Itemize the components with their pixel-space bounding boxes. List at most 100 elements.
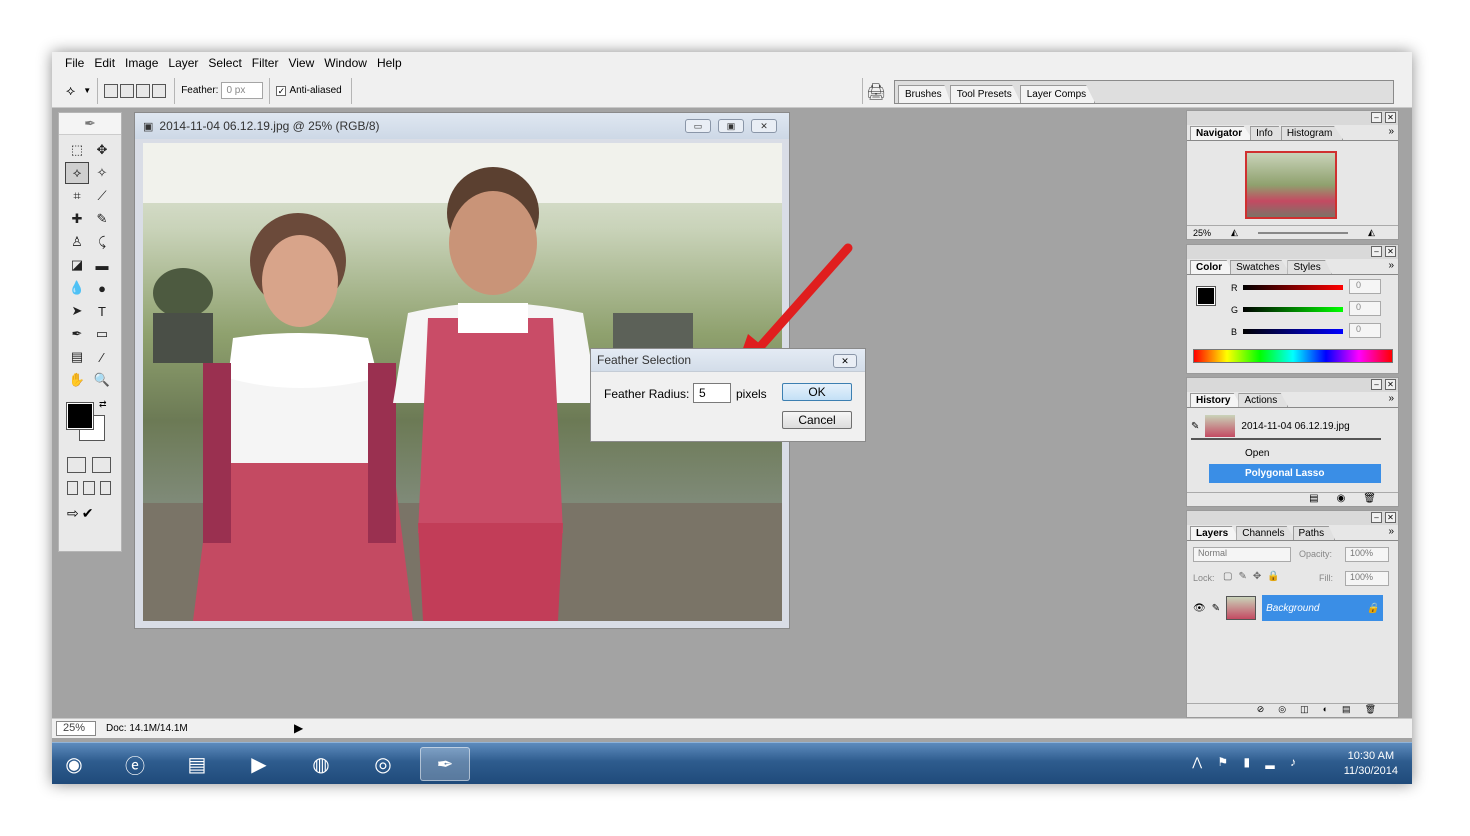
dodge-tool-icon[interactable]: ● <box>90 277 114 299</box>
ok-button[interactable]: OK <box>782 383 852 401</box>
add-selection-icon[interactable] <box>120 83 135 98</box>
new-selection-icon[interactable] <box>104 83 119 98</box>
panel-close-icon[interactable]: ✕ <box>1385 512 1396 523</box>
photoshop-taskbar-icon[interactable]: ✒ <box>420 747 470 781</box>
visibility-eye-icon[interactable]: 👁 <box>1193 603 1206 614</box>
fill-input[interactable]: 100% <box>1345 571 1389 586</box>
dialog-titlebar[interactable]: Feather Selection <box>591 349 865 372</box>
firefox-icon[interactable]: ◍ <box>296 747 346 781</box>
screen-mode-full-menu-icon[interactable] <box>83 481 95 495</box>
foreground-color-swatch[interactable] <box>66 402 94 430</box>
panel-close-icon[interactable]: ✕ <box>1385 246 1396 257</box>
panel-minimize-icon[interactable]: – <box>1371 112 1382 123</box>
b-value[interactable]: 0 <box>1349 323 1381 338</box>
zoom-in-icon[interactable]: ◭ <box>1368 227 1375 238</box>
file-explorer-icon[interactable]: ▤ <box>172 747 222 781</box>
color-foreground-swatch[interactable] <box>1196 286 1216 306</box>
delete-icon[interactable]: 🗑 <box>1363 493 1376 506</box>
antialias-checkbox[interactable]: ✓ <box>276 85 287 96</box>
close-button[interactable]: ✕ <box>751 119 777 133</box>
move-tool-icon[interactable]: ✥ <box>90 139 114 161</box>
g-value[interactable]: 0 <box>1349 301 1381 316</box>
tab-tool-presets[interactable]: Tool Presets <box>949 85 1021 103</box>
screen-mode-full-icon[interactable] <box>99 481 111 495</box>
panel-close-icon[interactable]: ✕ <box>1385 112 1396 123</box>
menu-layer[interactable]: Layer <box>163 56 203 70</box>
history-brush-source-icon[interactable]: ✎ <box>1191 421 1199 432</box>
lasso-tool-icon[interactable]: ⟡ <box>65 162 89 184</box>
maximize-button[interactable]: ▣ <box>718 119 744 133</box>
standard-mode-icon[interactable] <box>67 457 86 473</box>
system-tray-icons[interactable]: ⋀ ⚑ ▮ ▂ ♪ <box>1192 755 1302 769</box>
history-snapshot[interactable]: ✎ 2014-11-04 06.12.19.jpg <box>1191 414 1381 440</box>
menu-view[interactable]: View <box>283 56 319 70</box>
status-menu-arrow-icon[interactable]: ▶ <box>294 721 303 735</box>
panel-minimize-icon[interactable]: – <box>1371 246 1382 257</box>
eraser-tool-icon[interactable]: ◪ <box>65 254 89 276</box>
navigator-thumbnail[interactable] <box>1245 151 1337 219</box>
lock-options-icon[interactable]: ▢✎✥🔒 <box>1223 571 1286 582</box>
notes-tool-icon[interactable]: ▤ <box>65 346 89 368</box>
palette-well-icon[interactable]: 🖨 <box>866 82 886 102</box>
history-brush-icon[interactable]: ⤹ <box>90 231 114 253</box>
tab-navigator[interactable]: Navigator <box>1190 126 1254 140</box>
menu-window[interactable]: Window <box>319 56 372 70</box>
new-snapshot-icon[interactable]: ◉ <box>1337 493 1346 506</box>
panel-menu-icon[interactable]: » <box>1388 126 1394 137</box>
slice-tool-icon[interactable]: ⟋ <box>90 185 114 207</box>
preset-dropdown-icon[interactable]: ▼ <box>83 86 91 95</box>
tab-histogram[interactable]: Histogram <box>1280 126 1344 140</box>
tab-swatches[interactable]: Swatches <box>1230 260 1291 274</box>
history-step[interactable]: Open <box>1191 444 1381 462</box>
clone-stamp-icon[interactable]: ♙ <box>65 231 89 253</box>
marquee-tool-icon[interactable]: ⬚ <box>65 139 89 161</box>
menu-image[interactable]: Image <box>120 56 163 70</box>
r-slider[interactable] <box>1243 285 1343 290</box>
screen-mode-standard-icon[interactable] <box>67 481 79 495</box>
new-document-icon[interactable]: ▤ <box>1309 493 1318 506</box>
chrome-icon[interactable]: ◎ <box>358 747 408 781</box>
tab-actions[interactable]: Actions <box>1238 393 1289 407</box>
media-player-icon[interactable]: ▶ <box>234 747 284 781</box>
tab-layers[interactable]: Layers <box>1190 526 1240 540</box>
panel-menu-icon[interactable]: » <box>1388 393 1394 404</box>
link-layers-icon[interactable]: ⊘ <box>1257 704 1265 717</box>
zoom-out-icon[interactable]: ◭ <box>1231 227 1238 238</box>
hand-tool-icon[interactable]: ✋ <box>65 369 89 391</box>
panel-menu-icon[interactable]: » <box>1388 526 1394 537</box>
menu-file[interactable]: File <box>60 56 89 70</box>
panel-minimize-icon[interactable]: – <box>1371 379 1382 390</box>
magic-wand-icon[interactable]: ✧ <box>90 162 114 184</box>
zoom-slider[interactable] <box>1257 231 1348 234</box>
color-ramp[interactable] <box>1193 349 1393 363</box>
blend-mode-select[interactable]: Normal <box>1193 547 1291 562</box>
lasso-preset-icon[interactable]: ⟡ <box>66 82 75 99</box>
swap-colors-icon[interactable]: ⇄ <box>99 399 107 410</box>
shape-tool-icon[interactable]: ▭ <box>90 323 114 345</box>
navigator-zoom-value[interactable]: 25% <box>1193 228 1211 238</box>
intersect-selection-icon[interactable] <box>152 83 167 98</box>
menu-edit[interactable]: Edit <box>89 56 120 70</box>
tab-color[interactable]: Color <box>1190 260 1234 274</box>
crop-tool-icon[interactable]: ⌗ <box>65 185 89 207</box>
tab-layer-comps[interactable]: Layer Comps <box>1019 85 1096 103</box>
panel-minimize-icon[interactable]: – <box>1371 512 1382 523</box>
dialog-close-icon[interactable]: ✕ <box>833 354 857 368</box>
pen-tool-icon[interactable]: ✒ <box>65 323 89 345</box>
menu-filter[interactable]: Filter <box>247 56 284 70</box>
path-selection-icon[interactable]: ➤ <box>65 300 89 322</box>
jump-to-imageready-icon[interactable]: ⇨ <box>67 505 79 522</box>
clock[interactable]: 10:30 AM 11/30/2014 <box>1344 749 1398 779</box>
eyedropper-icon[interactable]: ⁄ <box>90 346 114 368</box>
tab-brushes[interactable]: Brushes <box>898 85 951 103</box>
tab-info[interactable]: Info <box>1250 126 1284 140</box>
status-zoom[interactable]: 25% <box>56 721 96 736</box>
start-button-icon[interactable]: ◉ <box>54 747 94 781</box>
tab-history[interactable]: History <box>1190 393 1242 407</box>
cancel-button[interactable]: Cancel <box>782 411 852 429</box>
menu-help[interactable]: Help <box>372 56 407 70</box>
type-tool-icon[interactable]: T <box>90 300 114 322</box>
minimize-button[interactable]: ▭ <box>685 119 711 133</box>
layer-row[interactable]: 👁 ✎ Background 🔒 <box>1187 593 1383 623</box>
imageready-icon[interactable]: ✔ <box>82 505 94 522</box>
